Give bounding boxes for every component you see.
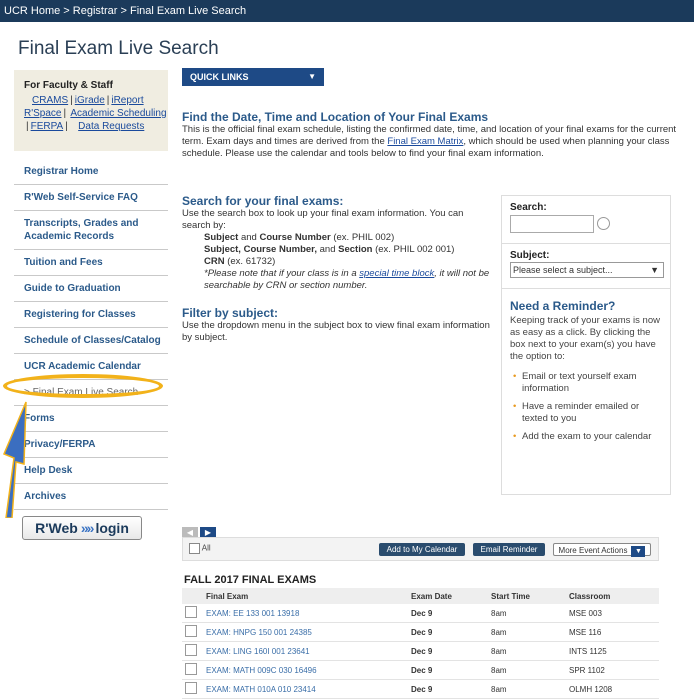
search-input[interactable]	[510, 215, 594, 233]
row-checkbox[interactable]	[185, 625, 197, 637]
ferpa-link[interactable]: FERPA	[31, 121, 64, 132]
subject-select[interactable]: Please select a subject... ▼	[510, 262, 664, 278]
quick-links-dropdown[interactable]: QUICK LINKS ▼	[182, 68, 324, 86]
sidebar-item-registering[interactable]: Registering for Classes	[14, 302, 168, 328]
exam-link[interactable]: EXAM: LING 160I 001 23641	[206, 647, 310, 656]
search-heading: Search for your final exams:	[182, 194, 344, 208]
search-text: Use the search box to look up your final…	[182, 208, 464, 231]
page-title: Final Exam Live Search	[18, 38, 219, 59]
arrow-annotation-icon	[3, 401, 27, 518]
table-row: EXAM: LING 160I 001 23641 Dec 9 8am INTS…	[182, 641, 659, 661]
sidebar-item-forms[interactable]: Forms	[14, 406, 168, 432]
subject-label: Subject:	[510, 250, 550, 261]
column-header[interactable]: Classroom	[569, 588, 659, 604]
column-header[interactable]: Final Exam	[206, 588, 411, 604]
email-reminder-button[interactable]: Email Reminder	[473, 543, 545, 556]
final-exam-matrix-link[interactable]: Final Exam Matrix	[387, 136, 463, 147]
ireport-link[interactable]: iReport	[111, 95, 143, 106]
exam-toolbar: ◀ ▶ All Add to My Calendar Email Reminder…	[182, 522, 659, 561]
special-time-note: *Please note that if your class is in a …	[204, 268, 490, 291]
example-subject-course: Subject and Course Number (ex. PHIL 002)	[204, 232, 395, 243]
exam-link[interactable]: EXAM: EE 133 001 13918	[206, 609, 299, 618]
chevron-down-icon: ▼	[631, 546, 646, 557]
select-all[interactable]: All	[189, 543, 211, 554]
search-icon[interactable]	[597, 216, 610, 230]
search-instructions: Search for your final exams: Use the sea…	[182, 194, 490, 344]
sidebar-item-rweb-faq[interactable]: R'Web Self-Service FAQ	[14, 185, 168, 211]
sidebar-item-archives[interactable]: Archives	[14, 484, 168, 510]
sidebar-item-tuition[interactable]: Tuition and Fees	[14, 250, 168, 276]
sidebar-item-help-desk[interactable]: Help Desk	[14, 458, 168, 484]
sidebar-item-graduation[interactable]: Guide to Graduation	[14, 276, 168, 302]
chevron-down-icon: ▼	[308, 72, 316, 81]
exam-link[interactable]: EXAM: MATH 009C 030 16496	[206, 666, 317, 675]
igrade-link[interactable]: iGrade	[75, 95, 105, 106]
sidebar-item-transcripts[interactable]: Transcripts, Grades and Academic Records	[14, 211, 168, 250]
breadcrumb-current: Final Exam Live Search	[129, 5, 247, 17]
row-checkbox[interactable]	[185, 682, 197, 694]
column-header[interactable]: Start Time	[491, 588, 569, 604]
filter-heading: Filter by subject:	[182, 306, 279, 320]
sidebar-item-schedule[interactable]: Schedule of Classes/Catalog	[14, 328, 168, 354]
reminder-title: Need a Reminder?	[510, 299, 616, 313]
data-requests-link[interactable]: Data Requests	[78, 121, 144, 132]
faculty-box-title: For Faculty & Staff	[24, 80, 113, 91]
rweb-login-button[interactable]: R'Web»» login	[22, 516, 142, 540]
sidebar-item-privacy[interactable]: Privacy/FERPA	[14, 432, 168, 458]
table-row: EXAM: MATH 010A 010 23414 Dec 9 8am OLMH…	[182, 679, 659, 699]
list-item: Add the exam to your calendar	[510, 431, 662, 443]
crams-link[interactable]: CRAMS	[32, 95, 68, 106]
intro-text: This is the official final exam schedule…	[182, 124, 677, 159]
row-checkbox[interactable]	[185, 644, 197, 656]
breadcrumb-registrar[interactable]: Registrar	[73, 5, 118, 17]
search-label: Search:	[510, 202, 547, 213]
list-item: Email or text yourself exam information	[510, 371, 662, 395]
table-row: EXAM: MATH 009C 030 16496 Dec 9 8am SPR …	[182, 660, 659, 680]
sidebar-item-registrar-home[interactable]: Registrar Home	[14, 159, 168, 185]
highlight-oval	[3, 374, 163, 398]
exams-title: FALL 2017 FINAL EXAMS	[184, 574, 317, 586]
example-subject-course-section: Subject, Course Number, and Section (ex.…	[204, 244, 455, 255]
breadcrumb: UCR Home > Registrar > Final Exam Live S…	[0, 0, 694, 22]
select-all-checkbox[interactable]	[189, 543, 200, 554]
intro-section: Find the Date, Time and Location of Your…	[182, 110, 687, 160]
table-row: EXAM: EE 133 001 13918 Dec 9 8am MSE 003	[182, 604, 659, 623]
table-row: EXAM: HNPG 150 001 24385 Dec 9 8am MSE 1…	[182, 622, 659, 642]
exam-link[interactable]: EXAM: MATH 010A 010 23414	[206, 685, 316, 694]
row-checkbox[interactable]	[185, 663, 197, 675]
breadcrumb-ucr-home[interactable]: UCR Home	[4, 5, 60, 17]
exams-table: Final Exam Exam Date Start Time Classroo…	[182, 588, 659, 699]
academic-scheduling-link[interactable]: Academic Scheduling	[70, 108, 166, 119]
add-to-calendar-button[interactable]: Add to My Calendar	[379, 543, 465, 556]
rspace-link[interactable]: R'Space	[24, 108, 62, 119]
reminder-text: Keeping track of your exams is now as ea…	[510, 315, 660, 362]
filter-text: Use the dropdown menu in the subject box…	[182, 320, 490, 343]
intro-heading: Find the Date, Time and Location of Your…	[182, 110, 489, 124]
example-crn: CRN (ex. 61732)	[204, 256, 276, 267]
faculty-staff-box: For Faculty & Staff CRAMS | iGrade | iReport…	[14, 70, 168, 151]
reminder-options: Email or text yourself exam information …	[510, 371, 662, 443]
chevron-down-icon: ▼	[650, 265, 659, 275]
special-time-block-link[interactable]: special time block	[359, 268, 434, 279]
exam-link[interactable]: EXAM: HNPG 150 001 24385	[206, 628, 312, 637]
list-item: Have a reminder emailed or texted to you	[510, 401, 662, 425]
more-event-actions-button[interactable]: More Event Actions ▼	[553, 543, 651, 557]
search-panel: Search: Subject: Please select a subject…	[501, 195, 671, 495]
action-bar: All Add to My Calendar Email Reminder Mo…	[182, 537, 659, 561]
chevrons-icon: »»	[80, 520, 95, 536]
sidebar: For Faculty & Staff CRAMS | iGrade | iReport…	[14, 70, 168, 510]
sidebar-nav: Registrar Home R'Web Self-Service FAQ Tr…	[14, 159, 168, 510]
column-header[interactable]: Exam Date	[411, 588, 491, 604]
row-checkbox[interactable]	[185, 606, 197, 618]
